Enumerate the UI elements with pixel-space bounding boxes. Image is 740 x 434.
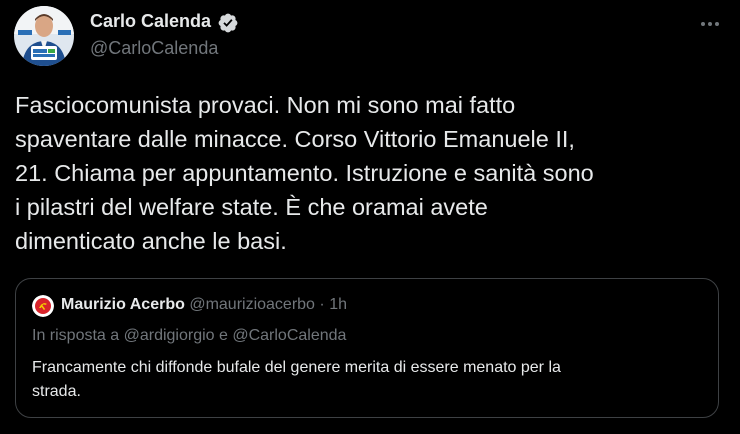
tweet-line: 21. Chiama per appuntamento. Istruzione …: [15, 160, 594, 186]
quoted-tweet-card[interactable]: Maurizio Acerbo @maurizioacerbo · 1h In …: [15, 278, 719, 418]
author-handle[interactable]: @CarloCalenda: [90, 38, 218, 59]
profile-photo-icon: [14, 6, 74, 66]
quoted-line: strada.: [32, 383, 81, 400]
reply-context: In risposta a @ardigiorgio e @CarloCalen…: [32, 327, 347, 344]
tweet-line: i pilastri del welfare state. È che oram…: [15, 194, 488, 220]
tweet-text: Fasciocomunista provaci. Non mi sono mai…: [15, 88, 735, 258]
quoted-line: Francamente chi diffonde bufale del gene…: [32, 359, 561, 376]
quoted-timestamp[interactable]: 1h: [329, 296, 347, 313]
quoted-author-name[interactable]: Maurizio Acerbo: [61, 296, 185, 313]
tweet-line: dimenticato anche le basi.: [15, 228, 287, 254]
more-options-icon[interactable]: [696, 12, 724, 36]
tweet-line: spaventare dalle minacce. Corso Vittorio…: [15, 126, 575, 152]
author-avatar[interactable]: [14, 6, 74, 66]
party-logo-icon: [32, 295, 54, 317]
quoted-header: Maurizio Acerbo @maurizioacerbo · 1h: [61, 296, 347, 314]
quoted-author-handle[interactable]: @maurizioacerbo: [189, 296, 315, 313]
quoted-author-avatar[interactable]: [32, 295, 54, 317]
verified-badge-icon: [218, 13, 238, 33]
quoted-tweet-text: Francamente chi diffonde bufale del gene…: [32, 356, 692, 404]
tweet-line: Fasciocomunista provaci. Non mi sono mai…: [15, 92, 516, 118]
author-name[interactable]: Carlo Calenda: [90, 11, 211, 32]
separator-dot: ·: [319, 296, 325, 313]
